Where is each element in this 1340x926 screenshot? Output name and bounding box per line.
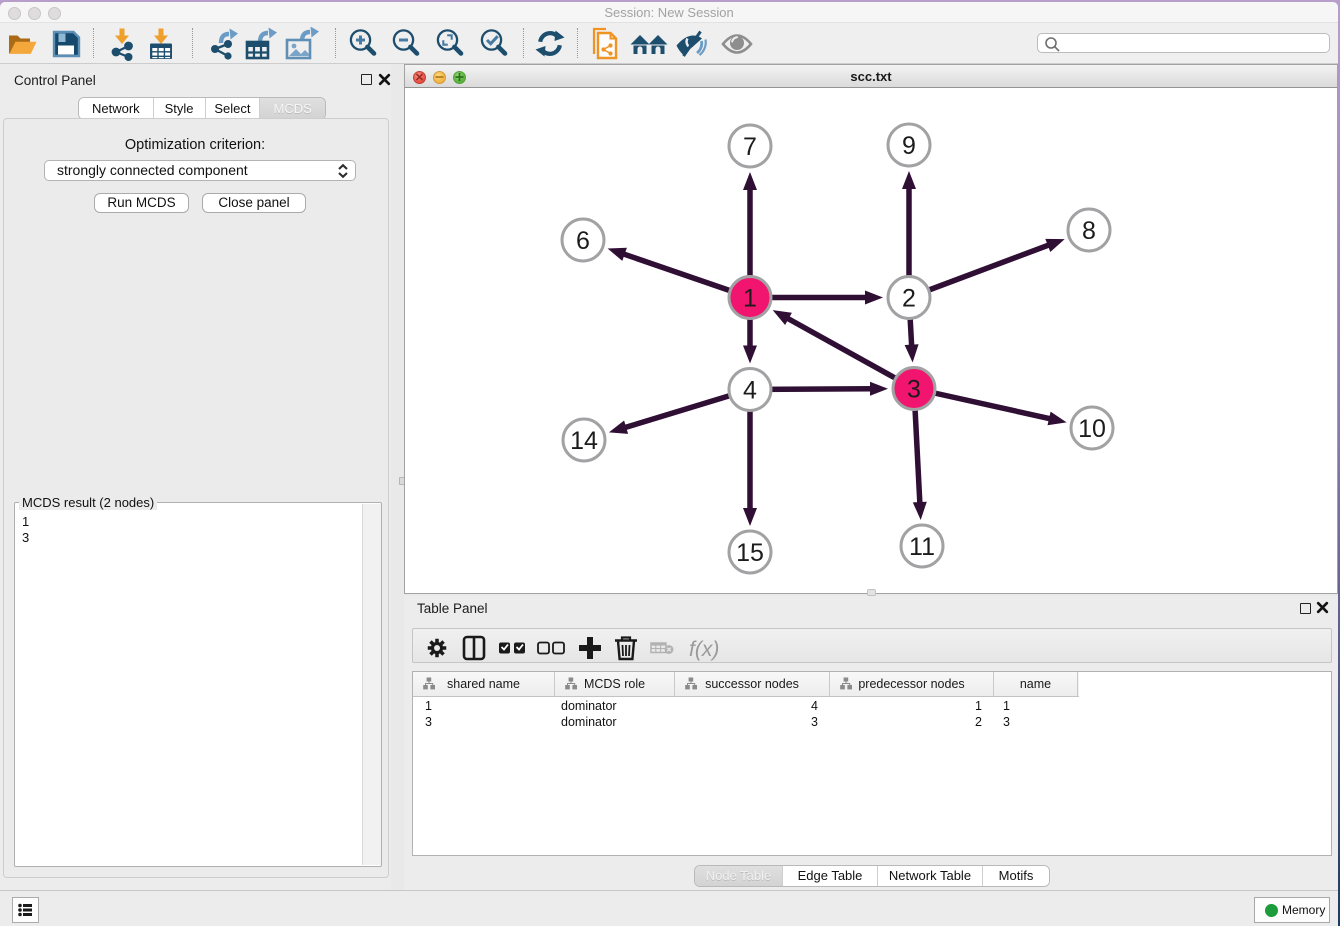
svg-text:14: 14	[570, 427, 598, 455]
svg-text:11: 11	[909, 533, 935, 561]
svg-text:4: 4	[743, 377, 757, 405]
svg-text:2: 2	[902, 285, 916, 313]
svg-text:8: 8	[1082, 217, 1096, 245]
svg-text:15: 15	[736, 539, 764, 567]
svg-text:10: 10	[1078, 415, 1106, 443]
svg-text:6: 6	[576, 227, 590, 255]
svg-text:1: 1	[743, 285, 757, 313]
svg-text:f(x): f(x)	[689, 638, 719, 661]
svg-text:7: 7	[743, 133, 757, 161]
svg-text:3: 3	[907, 376, 921, 404]
svg-text:9: 9	[902, 132, 916, 160]
